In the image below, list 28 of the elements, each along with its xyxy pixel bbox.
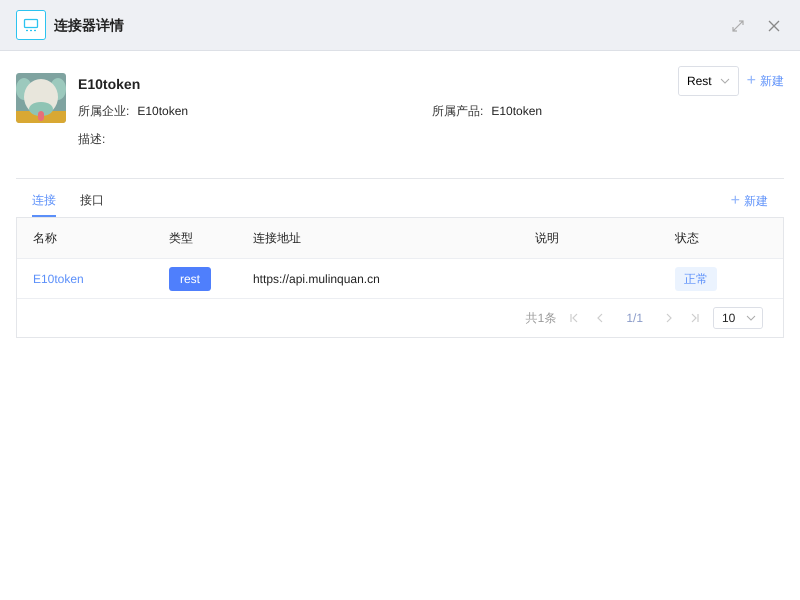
- page-indicator: 1/1: [626, 310, 643, 327]
- column-header: 状态: [675, 230, 700, 247]
- window-title: 连接器详情: [54, 16, 124, 34]
- field-label: 描述:: [78, 131, 106, 148]
- tab[interactable]: 接口: [80, 191, 104, 217]
- field-label: 所属产品:: [432, 103, 484, 120]
- column-header: 说明: [535, 230, 560, 247]
- app-icon: [16, 10, 46, 40]
- connector-link[interactable]: E10token: [33, 272, 84, 286]
- status-tag: 正常: [675, 266, 717, 290]
- field-label: 所属企业:: [78, 103, 130, 120]
- type-tag: rest: [169, 266, 212, 290]
- total-count: 共1条: [526, 310, 556, 327]
- new-button[interactable]: + 新建: [746, 69, 784, 93]
- chevron-down-icon: [720, 78, 730, 84]
- column-header: 连接地址: [253, 230, 302, 247]
- field-value: E10token: [137, 103, 188, 120]
- type-select[interactable]: Rest: [678, 66, 739, 96]
- chevron-down-icon: [746, 315, 756, 321]
- new-button[interactable]: + 新建: [730, 189, 768, 213]
- column-header: 名称: [33, 230, 58, 247]
- field-value: E10token: [491, 103, 542, 120]
- plus-icon: +: [730, 189, 740, 213]
- table-cell-text: https://api.mulinquan.cn: [253, 270, 381, 288]
- column-header: 类型: [169, 230, 194, 247]
- plus-icon: +: [746, 69, 756, 93]
- connector-name: E10token: [78, 75, 140, 94]
- page-size-select[interactable]: 10: [713, 307, 763, 329]
